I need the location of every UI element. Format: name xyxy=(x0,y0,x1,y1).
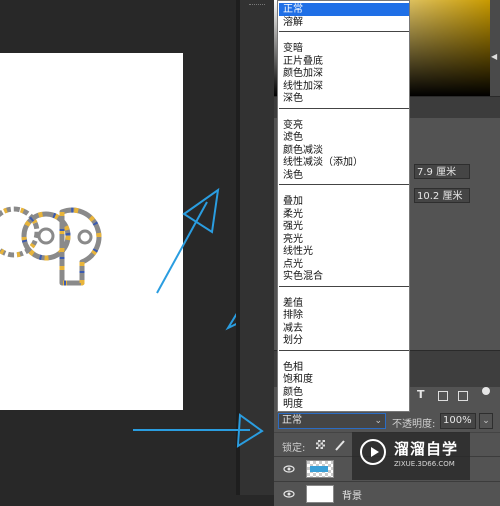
blend-mode-option[interactable]: 实色混合 xyxy=(279,270,409,283)
blend-mode-select[interactable]: 正常 ⌄ xyxy=(278,413,386,429)
lock-brush-icon[interactable] xyxy=(334,439,346,451)
menu-separator xyxy=(279,107,409,109)
blend-mode-option[interactable]: 变亮 xyxy=(279,119,409,132)
blend-mode-option[interactable]: 浅色 xyxy=(279,169,409,182)
blend-mode-menu: 正常 溶解变暗 正片叠底 颜色加深 线性加深 深色变亮 滤色 颜色减淡 线性减淡（添加） 浅色叠加… xyxy=(277,0,410,412)
blend-mode-option[interactable]: 线性加深 xyxy=(279,80,409,93)
blend-mode-option[interactable]: 差值 xyxy=(279,297,409,310)
blend-mode-option[interactable]: 强光 xyxy=(279,220,409,233)
blend-mode-option[interactable]: 柔光 xyxy=(279,208,409,221)
type-filter-icon[interactable]: T xyxy=(417,388,425,401)
blend-mode-option[interactable]: 线性减淡（添加） xyxy=(279,156,409,169)
blend-mode-option[interactable]: 正片叠底 xyxy=(279,55,409,68)
blend-mode-row: 正常 ⌄ 不透明度: 100% ⌄ xyxy=(274,410,500,432)
canvas-area[interactable] xyxy=(0,0,236,495)
blend-mode-option[interactable]: 点光 xyxy=(279,258,409,271)
slider-arrow-icon: ◀ xyxy=(491,52,498,61)
collapsed-panel-column xyxy=(240,0,274,495)
smart-object-filter-icon[interactable] xyxy=(458,391,468,401)
watermark-url: ZIXUE.3D66.COM xyxy=(394,460,455,468)
blend-mode-option[interactable]: 变暗 xyxy=(279,42,409,55)
watermark: 溜溜自学 ZIXUE.3D66.COM xyxy=(352,432,470,480)
blend-mode-option[interactable]: 滤色 xyxy=(279,131,409,144)
watermark-title: 溜溜自学 xyxy=(394,440,459,458)
layer-thumbnail xyxy=(306,485,334,503)
eye-icon[interactable] xyxy=(283,488,295,500)
artwork-op xyxy=(0,206,102,286)
blend-mode-option[interactable]: 色相 xyxy=(279,361,409,374)
blend-mode-option[interactable]: 叠加 xyxy=(279,195,409,208)
height-field[interactable]: 10.2 厘米 xyxy=(414,188,470,203)
shape-filter-icon[interactable] xyxy=(438,391,448,401)
menu-separator xyxy=(279,285,409,287)
blend-mode-option[interactable]: 明度 xyxy=(279,398,409,411)
blend-mode-option[interactable]: 深色 xyxy=(279,92,409,105)
blend-mode-option[interactable]: 正常 xyxy=(279,3,409,16)
blend-mode-option[interactable]: 颜色加深 xyxy=(279,67,409,80)
canvas-overlay xyxy=(0,187,236,331)
lock-label: 锁定: xyxy=(282,443,306,454)
blend-mode-option[interactable]: 减去 xyxy=(279,322,409,335)
blend-mode-option[interactable]: 亮光 xyxy=(279,233,409,246)
blend-mode-option[interactable]: 饱和度 xyxy=(279,373,409,386)
layer-row[interactable]: 背景 xyxy=(274,481,500,506)
blend-mode-option[interactable]: 颜色减淡 xyxy=(279,144,409,157)
annotation-arrow-2 xyxy=(225,313,236,331)
blend-mode-option[interactable]: 溶解 xyxy=(279,16,409,29)
blend-mode-option[interactable]: 划分 xyxy=(279,334,409,347)
blend-mode-option[interactable]: 线性光 xyxy=(279,245,409,258)
blend-mode-option[interactable]: 排除 xyxy=(279,309,409,322)
blend-mode-value: 正常 xyxy=(282,415,302,426)
chevron-down-icon: ⌄ xyxy=(374,416,382,426)
blend-mode-option[interactable]: 颜色 xyxy=(279,386,409,399)
menu-separator xyxy=(279,349,409,351)
width-field[interactable]: 7.9 厘米 xyxy=(414,164,470,179)
opacity-label: 不透明度: xyxy=(392,419,436,430)
color-slider[interactable]: ◀ xyxy=(490,0,500,96)
annotation-arrow-1 xyxy=(156,187,220,294)
menu-separator xyxy=(279,184,409,185)
play-logo-icon xyxy=(360,439,386,465)
menu-separator xyxy=(279,31,409,32)
filter-toggle-icon[interactable] xyxy=(482,387,490,395)
lock-transparency-icon[interactable] xyxy=(316,440,325,449)
layer-thumbnail xyxy=(306,460,334,478)
opacity-dropdown-button[interactable]: ⌄ xyxy=(479,413,493,429)
eye-icon[interactable] xyxy=(283,463,295,475)
opacity-input[interactable]: 100% xyxy=(440,413,476,429)
